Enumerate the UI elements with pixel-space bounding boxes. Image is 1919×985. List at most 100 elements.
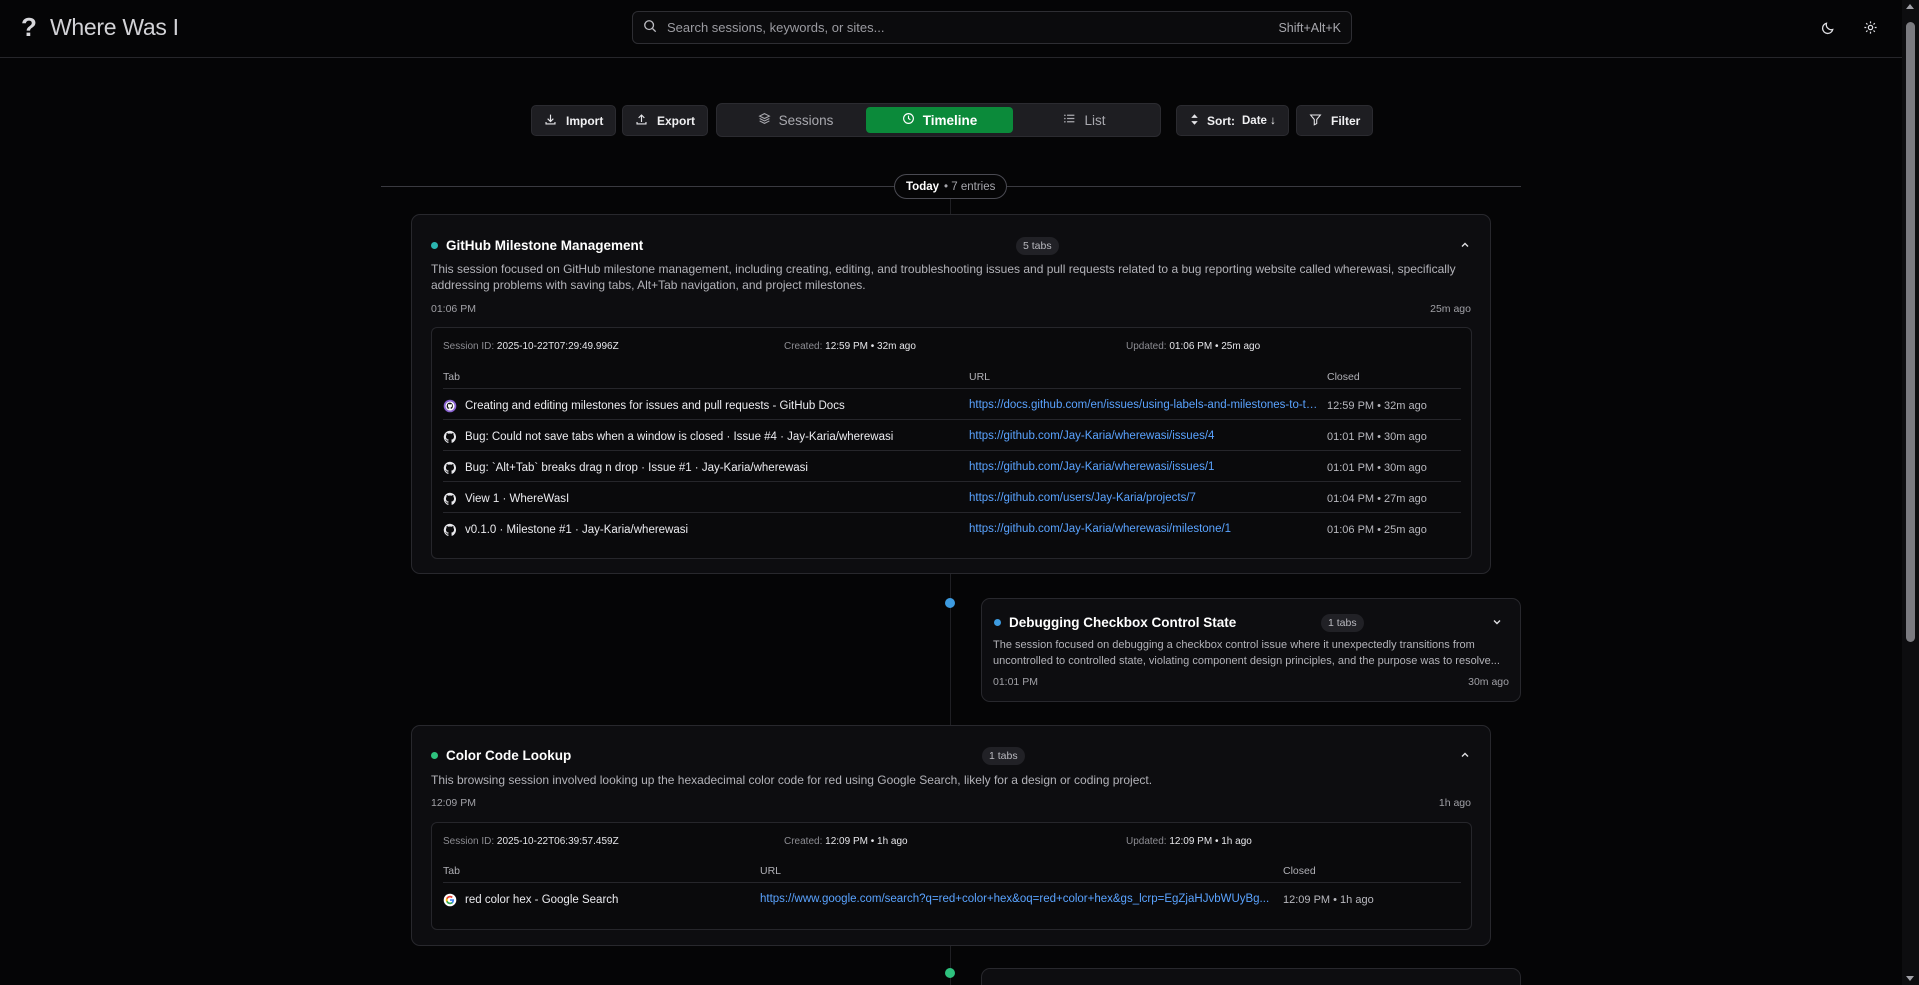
search-input[interactable]	[667, 20, 1279, 35]
session-updated: Updated: 12:09 PM • 1h ago	[1126, 836, 1252, 847]
row-divider	[443, 882, 1461, 883]
tab-url-link[interactable]: https://github.com/Jay-Karia/wherewasi/m…	[969, 523, 1319, 535]
tab-timeline[interactable]: Timeline	[866, 107, 1013, 133]
import-button[interactable]: Import	[531, 105, 617, 136]
session-ago: 1h ago	[1438, 797, 1471, 809]
app-header: ? Where Was I Shift+Alt+K	[0, 0, 1902, 58]
filter-icon	[1309, 113, 1322, 129]
table-row-title[interactable]: Bug: `Alt+Tab` breaks drag n drop · Issu…	[443, 461, 808, 475]
export-button[interactable]: Export	[622, 105, 709, 136]
session-card[interactable]: Debugging Checkbox Control State 1 tabs …	[981, 598, 1521, 702]
session-status-dot	[431, 752, 438, 759]
chevron-up-icon[interactable]	[1458, 748, 1472, 762]
date-group-pill: Today • 7 entries	[894, 174, 1008, 199]
moon-icon[interactable]	[1818, 17, 1838, 37]
row-divider	[443, 512, 1461, 513]
download-icon	[544, 113, 557, 129]
table-row-title[interactable]: red color hex - Google Search	[443, 893, 618, 907]
app-title: Where Was I	[50, 14, 179, 40]
tabs-count-badge: 1 tabs	[982, 747, 1025, 765]
list-icon	[1063, 112, 1076, 128]
date-group-count: • 7 entries	[944, 180, 996, 193]
search-shortcut: Shift+Alt+K	[1278, 20, 1341, 35]
column-header-tab: Tab	[443, 865, 460, 877]
table-row-title[interactable]: v0.1.0 · Milestone #1 · Jay-Karia/wherew…	[443, 523, 688, 537]
tab-url-link[interactable]: https://github.com/Jay-Karia/wherewasi/i…	[969, 461, 1319, 473]
scrollbar-thumb[interactable]	[1906, 22, 1915, 642]
session-summary: The session focused on debugging a check…	[993, 639, 1500, 667]
tab-url-link[interactable]: https://github.com/Jay-Karia/wherewasi/i…	[969, 430, 1319, 442]
session-title: GitHub Milestone Management	[431, 238, 643, 253]
session-id: Session ID: 2025-10-22T07:29:49.996Z	[443, 341, 619, 352]
tab-url-link[interactable]: https://www.google.com/search?q=red+colo…	[760, 893, 1272, 905]
tab-list[interactable]: List	[1011, 107, 1158, 133]
tabs-count-badge: 1 tabs	[1321, 614, 1364, 632]
tab-list-label: List	[1084, 112, 1106, 128]
tab-url-link[interactable]: https://github.com/users/Jay-Karia/proje…	[969, 492, 1319, 504]
tab-title: red color hex - Google Search	[465, 894, 619, 906]
tab-closed-time: 01:06 PM • 25m ago	[1327, 524, 1427, 536]
page-scrollbar[interactable]	[1902, 0, 1919, 985]
chevron-down-icon[interactable]	[1490, 615, 1504, 629]
session-title-text: Color Code Lookup	[446, 748, 572, 763]
timeline-dot	[945, 968, 955, 978]
github-icon	[443, 523, 457, 537]
session-status-dot	[994, 619, 1001, 626]
column-header-url: URL	[969, 371, 991, 383]
tab-closed-time: 12:59 PM • 32m ago	[1327, 400, 1427, 412]
tab-title: Creating and editing milestones for issu…	[465, 400, 845, 412]
layers-icon	[758, 112, 771, 128]
chevron-up-icon[interactable]	[1458, 238, 1472, 252]
tab-sessions[interactable]: Sessions	[722, 107, 869, 133]
session-card-partial[interactable]	[981, 968, 1521, 985]
tab-title: View 1 · WhereWasI	[465, 493, 570, 505]
sort-button[interactable]: Sort: Date ↓	[1176, 105, 1289, 136]
tab-sessions-label: Sessions	[778, 112, 834, 128]
session-card[interactable]: GitHub Milestone Management 5 tabs This …	[411, 214, 1491, 574]
tab-title: Bug: Could not save tabs when a window i…	[465, 431, 894, 443]
column-header-closed: Closed	[1283, 865, 1316, 877]
session-time: 01:01 PM	[993, 676, 1038, 688]
tab-closed-time: 01:04 PM • 27m ago	[1327, 493, 1427, 505]
session-ago: 25m ago	[1430, 303, 1471, 315]
tab-closed-time: 12:09 PM • 1h ago	[1283, 894, 1374, 906]
export-label: Export	[657, 113, 696, 128]
session-title-text: GitHub Milestone Management	[446, 238, 644, 253]
column-header-url: URL	[760, 865, 782, 877]
session-details: Session ID: 2025-10-22T07:29:49.996Z Cre…	[431, 327, 1472, 559]
sort-label: Sort:	[1207, 113, 1235, 128]
tabs-count-badge: 5 tabs	[1016, 237, 1059, 255]
help-icon: ?	[21, 12, 37, 42]
session-id: Session ID: 2025-10-22T06:39:57.459Z	[443, 836, 619, 847]
session-title-text: Debugging Checkbox Control State	[1009, 615, 1237, 630]
session-summary: This browsing session involved looking u…	[431, 773, 1153, 787]
github-docs-icon	[443, 399, 457, 413]
gear-icon[interactable]	[1860, 17, 1880, 37]
session-updated: Updated: 01:06 PM • 25m ago	[1126, 341, 1261, 352]
session-summary: This session focused on GitHub milestone…	[431, 262, 1456, 292]
tab-closed-time: 01:01 PM • 30m ago	[1327, 462, 1427, 474]
app-logo[interactable]: ? Where Was I	[20, 12, 179, 43]
column-header-tab: Tab	[443, 371, 460, 383]
github-icon	[443, 430, 457, 444]
table-row-title[interactable]: Creating and editing milestones for issu…	[443, 399, 845, 413]
sort-value: Date ↓	[1242, 114, 1276, 127]
session-time: 12:09 PM	[431, 797, 476, 809]
tab-title: v0.1.0 · Milestone #1 · Jay-Karia/wherew…	[465, 524, 689, 536]
session-details: Session ID: 2025-10-22T06:39:57.459Z Cre…	[431, 822, 1472, 930]
tab-title: Bug: `Alt+Tab` breaks drag n drop · Issu…	[465, 462, 808, 474]
table-row-title[interactable]: Bug: Could not save tabs when a window i…	[443, 430, 893, 444]
github-icon	[443, 492, 457, 506]
upload-icon	[635, 113, 648, 129]
scroll-up-arrow[interactable]	[1906, 4, 1914, 9]
session-status-dot	[431, 242, 438, 249]
tab-url-link[interactable]: https://docs.github.com/en/issues/using-…	[969, 399, 1319, 411]
session-card[interactable]: Color Code Lookup 1 tabs This browsing s…	[411, 725, 1491, 946]
tab-timeline-label: Timeline	[922, 112, 978, 128]
filter-label: Filter	[1331, 113, 1361, 128]
session-created: Created: 12:09 PM • 1h ago	[784, 836, 908, 847]
search-box[interactable]: Shift+Alt+K	[632, 11, 1352, 44]
table-row-title[interactable]: View 1 · WhereWasI	[443, 492, 569, 506]
scroll-down-arrow[interactable]	[1906, 976, 1914, 981]
filter-button[interactable]: Filter	[1296, 105, 1374, 136]
